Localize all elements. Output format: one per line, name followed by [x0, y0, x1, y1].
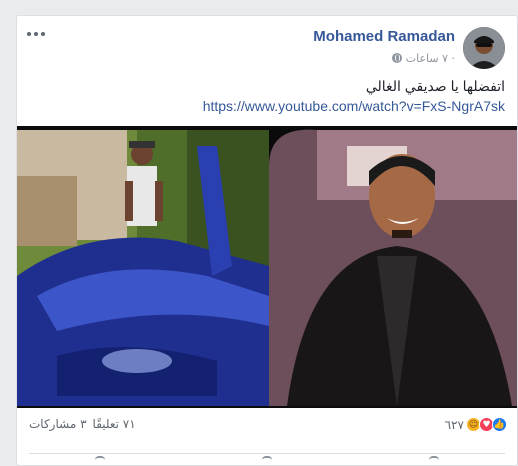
reactions-summary[interactable]: 👍 ♥ ☺ ٦٢٧: [445, 417, 507, 432]
reaction-count: ٦٢٧: [444, 417, 464, 432]
shares-count[interactable]: ٣ مشاركات: [29, 417, 87, 431]
avatar[interactable]: [463, 27, 505, 69]
share-button[interactable]: [80, 456, 120, 464]
like-icon: 👍: [492, 417, 507, 432]
post-timestamp[interactable]: ٧ ساعات ·: [406, 52, 455, 65]
author-name-link[interactable]: Mohamed Ramadan: [313, 28, 455, 45]
engagement-counts: ٧١ تعليقًا ٣ مشاركات: [29, 417, 136, 431]
post-link[interactable]: https://www.youtube.com/watch?v=FxS-NgrA…: [203, 98, 505, 114]
avatar-image: [463, 27, 505, 69]
globe-icon[interactable]: [391, 53, 402, 63]
post-text: اتفضلها يا صديقي الغالي: [365, 78, 505, 94]
post-photo[interactable]: [17, 126, 517, 408]
divider: [29, 453, 505, 454]
post-card: Mohamed Ramadan ٧ ساعات · اتفضلها يا صدي…: [16, 15, 518, 466]
photo-right-panel: [269, 129, 517, 406]
post-meta: ٧ ساعات ·: [391, 51, 455, 65]
comments-count[interactable]: ٧١ تعليقًا: [93, 417, 136, 431]
post-stats: 👍 ♥ ☺ ٦٢٧ ٧١ تعليقًا ٣ مشاركات: [17, 414, 517, 436]
action-bar: [17, 456, 517, 465]
comment-button[interactable]: [247, 456, 287, 464]
like-button[interactable]: [414, 456, 454, 464]
photo-left-panel: [17, 130, 269, 406]
more-options-icon[interactable]: [27, 29, 45, 39]
post-photo-collage: [17, 126, 517, 408]
